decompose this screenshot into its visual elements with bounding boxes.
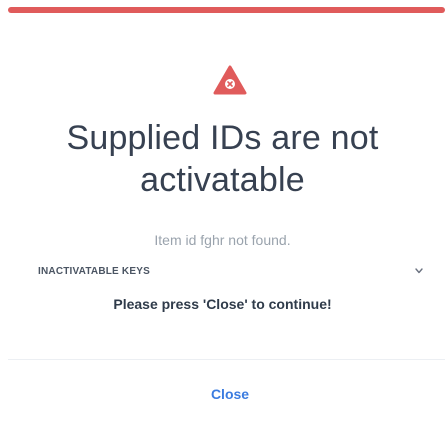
dialog-instruction: Please press 'Close' to continue! bbox=[113, 296, 332, 312]
inactivatable-keys-label: INACTIVATABLE KEYS bbox=[38, 265, 150, 277]
error-dialog: Supplied IDs are not activatable Item id… bbox=[0, 0, 445, 424]
chevron-down-icon[interactable] bbox=[414, 266, 424, 276]
dialog-title: Supplied IDs are not activatable bbox=[66, 119, 379, 199]
alert-triangle-icon bbox=[213, 65, 247, 95]
dialog-message: Item id fghr not found. bbox=[154, 232, 291, 248]
close-button[interactable]: Close bbox=[192, 383, 268, 405]
inactivatable-keys-toggle[interactable]: INACTIVATABLE KEYS bbox=[38, 262, 424, 280]
footer-divider bbox=[8, 359, 445, 360]
dialog-accent-bar bbox=[8, 7, 445, 13]
